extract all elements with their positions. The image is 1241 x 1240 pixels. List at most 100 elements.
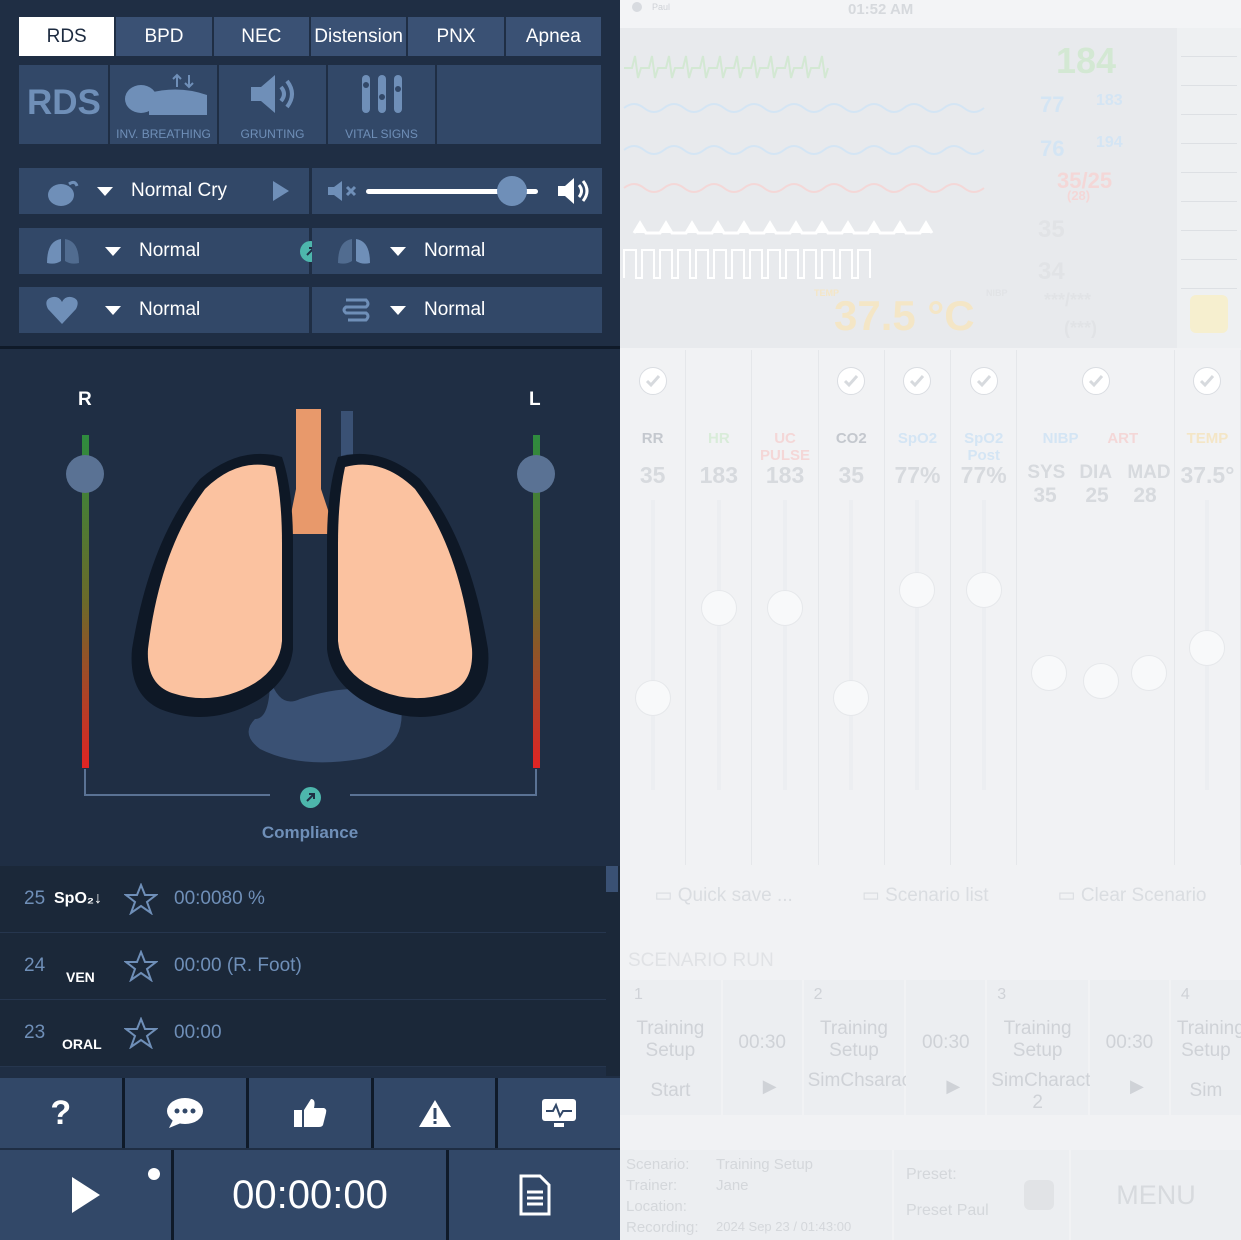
play-button[interactable]: [0, 1150, 171, 1240]
volume-knob[interactable]: [497, 176, 527, 206]
step-transition[interactable]: 00:30 ▶: [722, 980, 802, 1115]
check-icon[interactable]: [969, 367, 998, 395]
nibp-slider-knob[interactable]: [1131, 655, 1168, 691]
heart-value: Normal: [139, 299, 201, 320]
scenario-step[interactable]: 2 Training Setup SimChsaracters: [803, 980, 943, 1115]
report-button[interactable]: [449, 1150, 620, 1240]
volume-up-icon[interactable]: [556, 176, 592, 206]
grunting-label: GRUNTING: [240, 127, 305, 141]
tab-apnea[interactable]: Apnea: [505, 17, 601, 56]
event-row[interactable]: 25 SpO₂↓ 00:0080 %: [0, 866, 606, 933]
inv-breathing-button[interactable]: INV. BREATHING: [110, 65, 217, 144]
star-icon[interactable]: [124, 950, 174, 982]
scenario-run-heading: SCENARIO RUN: [628, 950, 774, 971]
check-icon[interactable]: [1193, 367, 1222, 395]
mute-icon[interactable]: [326, 179, 358, 203]
preset-panel[interactable]: Preset: Preset Paul: [894, 1150, 1069, 1240]
clear-scenario-button[interactable]: ▭ Clear Scenario: [1058, 884, 1207, 907]
compliance-link-icon[interactable]: [300, 787, 321, 808]
monitor-button[interactable]: [498, 1078, 620, 1148]
tab-bpd[interactable]: BPD: [116, 17, 212, 56]
side-menu-item[interactable]: [1181, 234, 1237, 260]
bell-icon[interactable]: [1190, 295, 1228, 333]
step-transition[interactable]: 00:30 ▶: [1090, 980, 1169, 1115]
step-title: Training Setup: [636, 1018, 705, 1061]
vital-signs-icon: [328, 71, 435, 117]
play-icon: [71, 1177, 100, 1213]
vital-slider-column: SpO2 77%: [885, 350, 952, 865]
tab-rds[interactable]: RDS: [19, 17, 115, 56]
check-icon[interactable]: [1081, 367, 1110, 395]
side-menu-item[interactable]: [1181, 263, 1237, 289]
vital-slider-knob[interactable]: [899, 572, 936, 608]
check-icon[interactable]: [638, 367, 667, 395]
question-icon: ?: [50, 1093, 72, 1132]
menu-button[interactable]: MENU: [1071, 1150, 1241, 1240]
alert-button[interactable]: [373, 1078, 496, 1148]
grunting-icon: [219, 71, 326, 117]
vital-slider-knob[interactable]: [965, 572, 1002, 608]
nibp-slider-knob[interactable]: [1031, 655, 1068, 691]
volume-slider[interactable]: [366, 176, 538, 206]
tab-nec[interactable]: NEC: [213, 17, 309, 56]
heart-sound-selector[interactable]: Normal: [19, 287, 309, 333]
scenario-step[interactable]: 1 Training Setup Start: [620, 980, 721, 1115]
vital-signs-button[interactable]: VITAL SIGNS: [328, 65, 435, 144]
bowel-sound-selector[interactable]: Normal: [312, 287, 602, 333]
heart-icon: [45, 295, 79, 325]
quick-save-button[interactable]: ▭ Quick save ...: [655, 884, 793, 907]
check-icon[interactable]: [837, 367, 866, 395]
preset-settings-icon[interactable]: [1024, 1180, 1054, 1210]
vital-slider-knob[interactable]: [700, 590, 737, 626]
event-row[interactable]: 23 ORAL 00:00: [0, 1000, 606, 1067]
scenario-step[interactable]: 3 Training Setup SimCharacters 2: [987, 980, 1117, 1115]
side-menu-item[interactable]: [1181, 31, 1237, 57]
check-icon[interactable]: [903, 367, 932, 395]
vital-slider-knob[interactable]: [767, 590, 804, 626]
tab-pnx[interactable]: PNX: [408, 17, 504, 56]
scenario-list-button[interactable]: ▭ Scenario list: [862, 884, 989, 907]
nibp-slider-knob[interactable]: [1083, 663, 1120, 699]
star-icon[interactable]: [124, 883, 174, 915]
lung-right-icon: [336, 235, 372, 267]
star-icon[interactable]: [124, 1017, 174, 1049]
side-menu-item[interactable]: [1181, 176, 1237, 202]
right-compliance-knob[interactable]: [66, 455, 104, 493]
slider-track: [981, 500, 986, 790]
bottom-bar: 00:00:00: [0, 1150, 620, 1240]
grunting-button[interactable]: GRUNTING: [219, 65, 326, 144]
rds-category-button[interactable]: RDS: [19, 65, 108, 144]
event-row[interactable]: 24 VEN 00:00 (R. Foot): [0, 933, 606, 1000]
scenario-step[interactable]: 4 Training Setup Sim: [1170, 980, 1241, 1115]
lung-sound-right-selector[interactable]: Normal: [312, 228, 602, 274]
scenario-info: Scenario: Training Setup Trainer: Jane L…: [620, 1150, 892, 1240]
side-menu-item[interactable]: [1181, 147, 1237, 173]
sound-selector[interactable]: Normal Cry: [19, 168, 309, 214]
tab-distension[interactable]: Distension: [310, 17, 407, 56]
event-text: 00:00 (R. Foot): [174, 955, 302, 976]
play-sound-icon[interactable]: [273, 181, 289, 201]
side-menu-item[interactable]: [1181, 89, 1237, 115]
chevron-down-icon: [390, 305, 406, 315]
side-menu-item[interactable]: [1181, 60, 1237, 86]
help-button[interactable]: ?: [0, 1078, 122, 1148]
slider-track: [716, 500, 721, 790]
vital-slider-knob[interactable]: [634, 680, 671, 716]
empty-category-slot: [437, 65, 601, 144]
left-compliance-knob[interactable]: [517, 455, 555, 493]
vital-value: 35: [639, 462, 666, 488]
recording-label: Recording:: [626, 1219, 699, 1236]
chat-button[interactable]: [124, 1078, 247, 1148]
side-menu-item[interactable]: [1181, 118, 1237, 144]
events-scrollbar[interactable]: [606, 866, 620, 1076]
inv-breathing-label: INV. BREATHING: [116, 127, 211, 141]
vital-slider-knob[interactable]: [1189, 630, 1226, 666]
feedback-button[interactable]: [249, 1078, 371, 1148]
step-sub: Sim: [1189, 1080, 1223, 1101]
side-menu-item[interactable]: [1181, 205, 1237, 231]
lung-sound-left-selector[interactable]: Normal: [19, 228, 309, 274]
step-transition[interactable]: 00:30 ▶: [906, 980, 986, 1115]
vital-slider-knob[interactable]: [833, 680, 870, 716]
spo2-post-value: 76: [1040, 136, 1065, 161]
compliance-label: Compliance: [261, 823, 359, 842]
